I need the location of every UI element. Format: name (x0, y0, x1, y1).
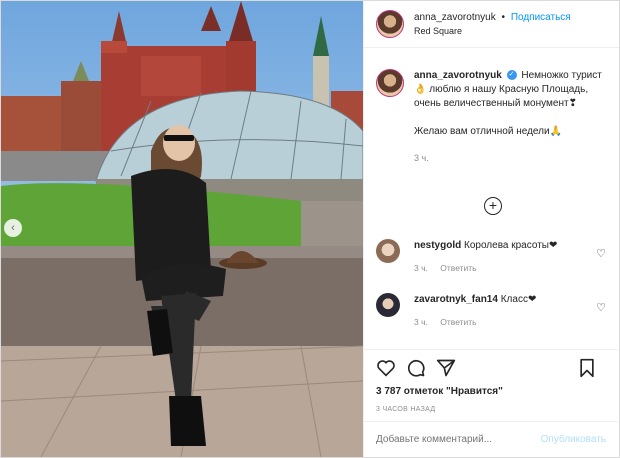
action-bar: 3 787 отметок "Нравится" 3 ЧАСОВ НАЗАД (364, 349, 618, 419)
comment-meta: 3 ч. Ответить (414, 315, 594, 329)
comment-username[interactable]: nestygold (414, 240, 461, 251)
caption-text-2: Желаю вам отличной недели🙏 (414, 126, 563, 137)
comment-meta: 3 ч. Ответить (414, 261, 594, 275)
caption-body: anna_zavorotnyuk ✓ Немножко турист👌 любл… (414, 69, 610, 165)
photo-red-square (1, 1, 363, 457)
bookmark-icon[interactable] (578, 358, 596, 378)
post-time-ago: 3 ЧАСОВ НАЗАД (376, 406, 436, 413)
comment-time: 3 ч. (414, 263, 428, 273)
comment-input[interactable] (376, 434, 541, 445)
instagram-post: ‹ anna_zavorotnyuk • Подписаться Red Squ… (0, 0, 620, 458)
likes-count[interactable]: 3 787 отметок "Нравится" (376, 386, 606, 397)
add-comment-bar: Опубликовать (364, 421, 618, 457)
commenter-avatar[interactable] (376, 293, 400, 317)
caption-avatar[interactable] (376, 69, 404, 97)
heart-icon[interactable] (376, 359, 396, 377)
follow-button[interactable]: Подписаться (511, 12, 571, 23)
publish-button[interactable]: Опубликовать (541, 434, 606, 445)
comment-body: zavarotnyk_fan14 Класс❤ 3 ч. Ответить (414, 293, 594, 329)
comment-text: Класс❤ (500, 294, 537, 305)
post-sidebar: anna_zavorotnyuk • Подписаться Red Squar… (363, 1, 619, 457)
comment-like-heart-icon[interactable]: ♡ (596, 301, 606, 314)
comment-body: nestygold Королева красоты❤ 3 ч. Ответит… (414, 239, 594, 275)
caption: anna_zavorotnyuk ✓ Немножко турист👌 любл… (376, 69, 612, 165)
comment-like-heart-icon[interactable]: ♡ (596, 247, 606, 260)
reply-button[interactable]: Ответить (440, 317, 476, 327)
comment-icon[interactable] (406, 358, 426, 378)
separator-dot: • (501, 12, 506, 23)
comment-text: Королева красоты❤ (464, 240, 558, 251)
post-header: anna_zavorotnyuk • Подписаться Red Squar… (364, 1, 619, 48)
post-photo[interactable]: ‹ (1, 1, 363, 457)
author-username[interactable]: anna_zavorotnyuk (414, 12, 496, 23)
plus-circle-icon[interactable]: + (484, 197, 502, 215)
comment-username[interactable]: zavarotnyk_fan14 (414, 294, 498, 305)
chevron-left-icon: ‹ (11, 221, 15, 234)
commenter-avatar[interactable] (376, 239, 400, 263)
comment-item: zavarotnyk_fan14 Класс❤ 3 ч. Ответить ♡ (376, 293, 612, 329)
share-icon[interactable] (436, 358, 456, 378)
header-text: anna_zavorotnyuk • Подписаться Red Squar… (414, 12, 571, 36)
previous-photo-button[interactable]: ‹ (4, 219, 22, 237)
reply-button[interactable]: Ответить (440, 263, 476, 273)
location-link[interactable]: Red Square (414, 26, 571, 36)
comment-time: 3 ч. (414, 317, 428, 327)
author-avatar[interactable] (376, 10, 404, 38)
comment-item: nestygold Королева красоты❤ 3 ч. Ответит… (376, 239, 612, 275)
caption-username[interactable]: anna_zavorotnyuk (414, 70, 502, 81)
action-icons (376, 356, 606, 380)
caption-time: 3 ч. (414, 153, 429, 163)
verified-badge-icon: ✓ (506, 70, 517, 81)
